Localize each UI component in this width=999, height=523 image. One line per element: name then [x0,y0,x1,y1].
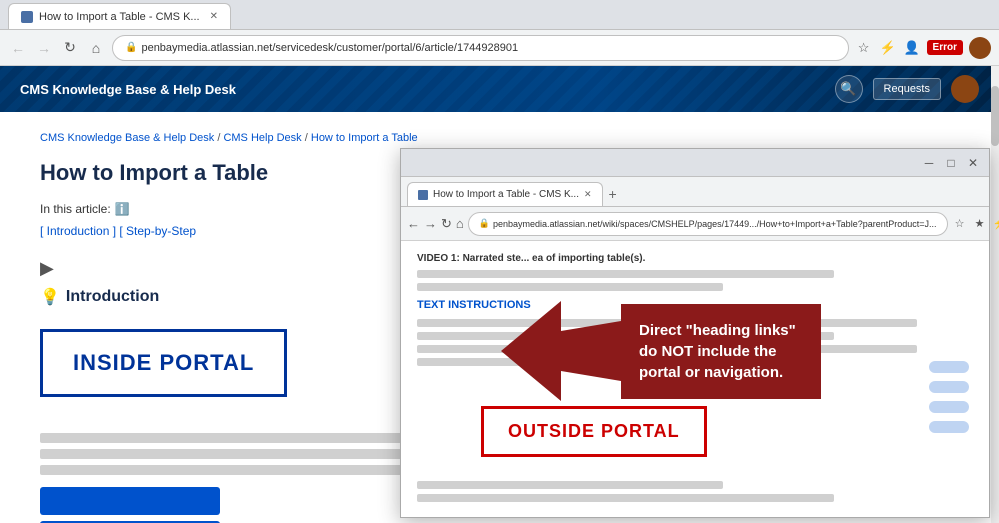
video-label: VIDEO 1: Narrated ste... ea of importing… [417,253,973,264]
home-button[interactable]: ⌂ [86,38,106,58]
inside-portal-box: INSIDE PORTAL [40,329,287,397]
tab-favicon [21,11,33,23]
scrollbar-track[interactable] [991,66,999,523]
section-title-text: Introduction [66,288,159,306]
dot-cluster [929,361,969,433]
video-label-text: VIDEO 1: Narrated ste... [417,253,529,264]
inside-portal-label: INSIDE PORTAL [73,350,254,375]
outer-tab[interactable]: How to Import a Table - CMS K... ✕ [8,3,231,29]
cms-nav-right: 🔍 Requests [835,75,979,103]
inner-forward-button[interactable]: → [424,215,437,233]
callout-box: Direct "heading links"do NOT include the… [621,304,821,399]
breadcrumb-sep1: / [217,132,220,144]
back-button[interactable]: ← [8,38,28,58]
forward-button[interactable]: → [34,38,54,58]
inner-back-button[interactable]: ← [407,215,420,233]
dot-4 [929,421,969,433]
inner-star-icon[interactable]: ☆ [952,216,968,232]
inner-toolbar-icons: ☆ ★ ⚡ 👤 ⋮ [952,216,999,232]
new-tab-button[interactable]: + [603,182,623,206]
info-icon: ℹ️ [115,202,130,216]
blue-buttons [40,487,220,523]
breadcrumb: CMS Knowledge Base & Help Desk / CMS Hel… [40,132,959,144]
breadcrumb-part1[interactable]: CMS Knowledge Base & Help Desk [40,132,214,144]
profile-icon[interactable]: 👤 [903,39,921,57]
breadcrumb-part3[interactable]: How to Import a Table [311,132,418,144]
inner-tab-favicon [418,190,428,200]
close-button[interactable]: ✕ [965,155,981,171]
cms-topnav: CMS Knowledge Base & Help Desk 🔍 Request… [0,66,999,112]
maximize-button[interactable]: □ [943,155,959,171]
inner-url-text: penbaymedia.atlassian.net/wiki/spaces/CM… [493,219,937,229]
dot-3 [929,401,969,413]
outer-toolbar: ← → ↻ ⌂ 🔒 penbaymedia.atlassian.net/serv… [0,30,999,66]
inner-browser: ─ □ ✕ How to Import a Table - CMS K... ✕… [400,148,990,518]
star-icon[interactable]: ☆ [855,39,873,57]
inner-tab-bar: How to Import a Table - CMS K... ✕ + [401,177,989,207]
cms-user-avatar[interactable] [951,75,979,103]
inner-address-bar[interactable]: 🔒 penbaymedia.atlassian.net/wiki/spaces/… [468,212,948,236]
inner-toolbar: ← → ↻ ⌂ 🔒 penbaymedia.atlassian.net/wiki… [401,207,989,241]
outside-portal-box: OUTSIDE PORTAL [481,406,707,457]
inner-blur-2 [417,283,723,291]
inner-extensions-icon[interactable]: ⚡ [992,216,999,232]
breadcrumb-part2[interactable]: CMS Help Desk [223,132,301,144]
error-badge: Error [927,40,963,55]
url-text: penbaymedia.atlassian.net/servicedesk/cu… [141,42,518,54]
cms-search-button[interactable]: 🔍 [835,75,863,103]
tab-title: How to Import a Table - CMS K... [39,11,200,23]
address-bar[interactable]: 🔒 penbaymedia.atlassian.net/servicedesk/… [112,35,849,61]
inner-tab-close-icon[interactable]: ✕ [584,189,592,200]
arrow-callout: Direct "heading links"do NOT include the… [501,301,881,401]
video-suffix-text: ea of importing table(s). [532,253,645,264]
minimize-button[interactable]: ─ [921,155,937,171]
inner-bottom-blur-1 [417,481,723,489]
inner-tab-title: How to Import a Table - CMS K... [433,189,579,200]
outside-portal-label: OUTSIDE PORTAL [508,421,680,441]
toolbar-icons: ☆ ⚡ 👤 Error [855,37,991,59]
blue-button-1 [40,487,220,515]
inner-home-button[interactable]: ⌂ [456,215,464,233]
callout-text: Direct "heading links"do NOT include the… [639,322,796,381]
red-arrow-icon [501,301,621,401]
inner-blur-1 [417,270,834,278]
refresh-button[interactable]: ↻ [60,38,80,58]
inner-lock-icon: 🔒 [479,218,490,229]
tab-close-icon[interactable]: ✕ [210,11,218,22]
inner-bookmark-icon[interactable]: ★ [972,216,988,232]
inner-bottom-blur-2 [417,494,834,502]
scrollbar-thumb[interactable] [991,86,999,146]
breadcrumb-sep2: / [305,132,308,144]
inner-refresh-button[interactable]: ↻ [441,215,452,233]
lock-icon: 🔒 [125,42,137,53]
dot-2 [929,381,969,393]
inner-page-content: VIDEO 1: Narrated ste... ea of importing… [401,241,989,517]
in-article-text: In this article: [40,202,111,216]
section-emoji: 💡 [40,287,60,307]
dot-1 [929,361,969,373]
extensions-icon[interactable]: ⚡ [879,39,897,57]
inner-bottom-rows [417,481,973,507]
inner-titlebar: ─ □ ✕ [401,149,989,177]
outer-tab-bar: How to Import a Table - CMS K... ✕ [0,0,999,30]
cms-requests-button[interactable]: Requests [873,78,941,100]
cms-logo: CMS Knowledge Base & Help Desk [20,82,236,97]
user-avatar[interactable] [969,37,991,59]
inner-tab[interactable]: How to Import a Table - CMS K... ✕ [407,182,603,206]
